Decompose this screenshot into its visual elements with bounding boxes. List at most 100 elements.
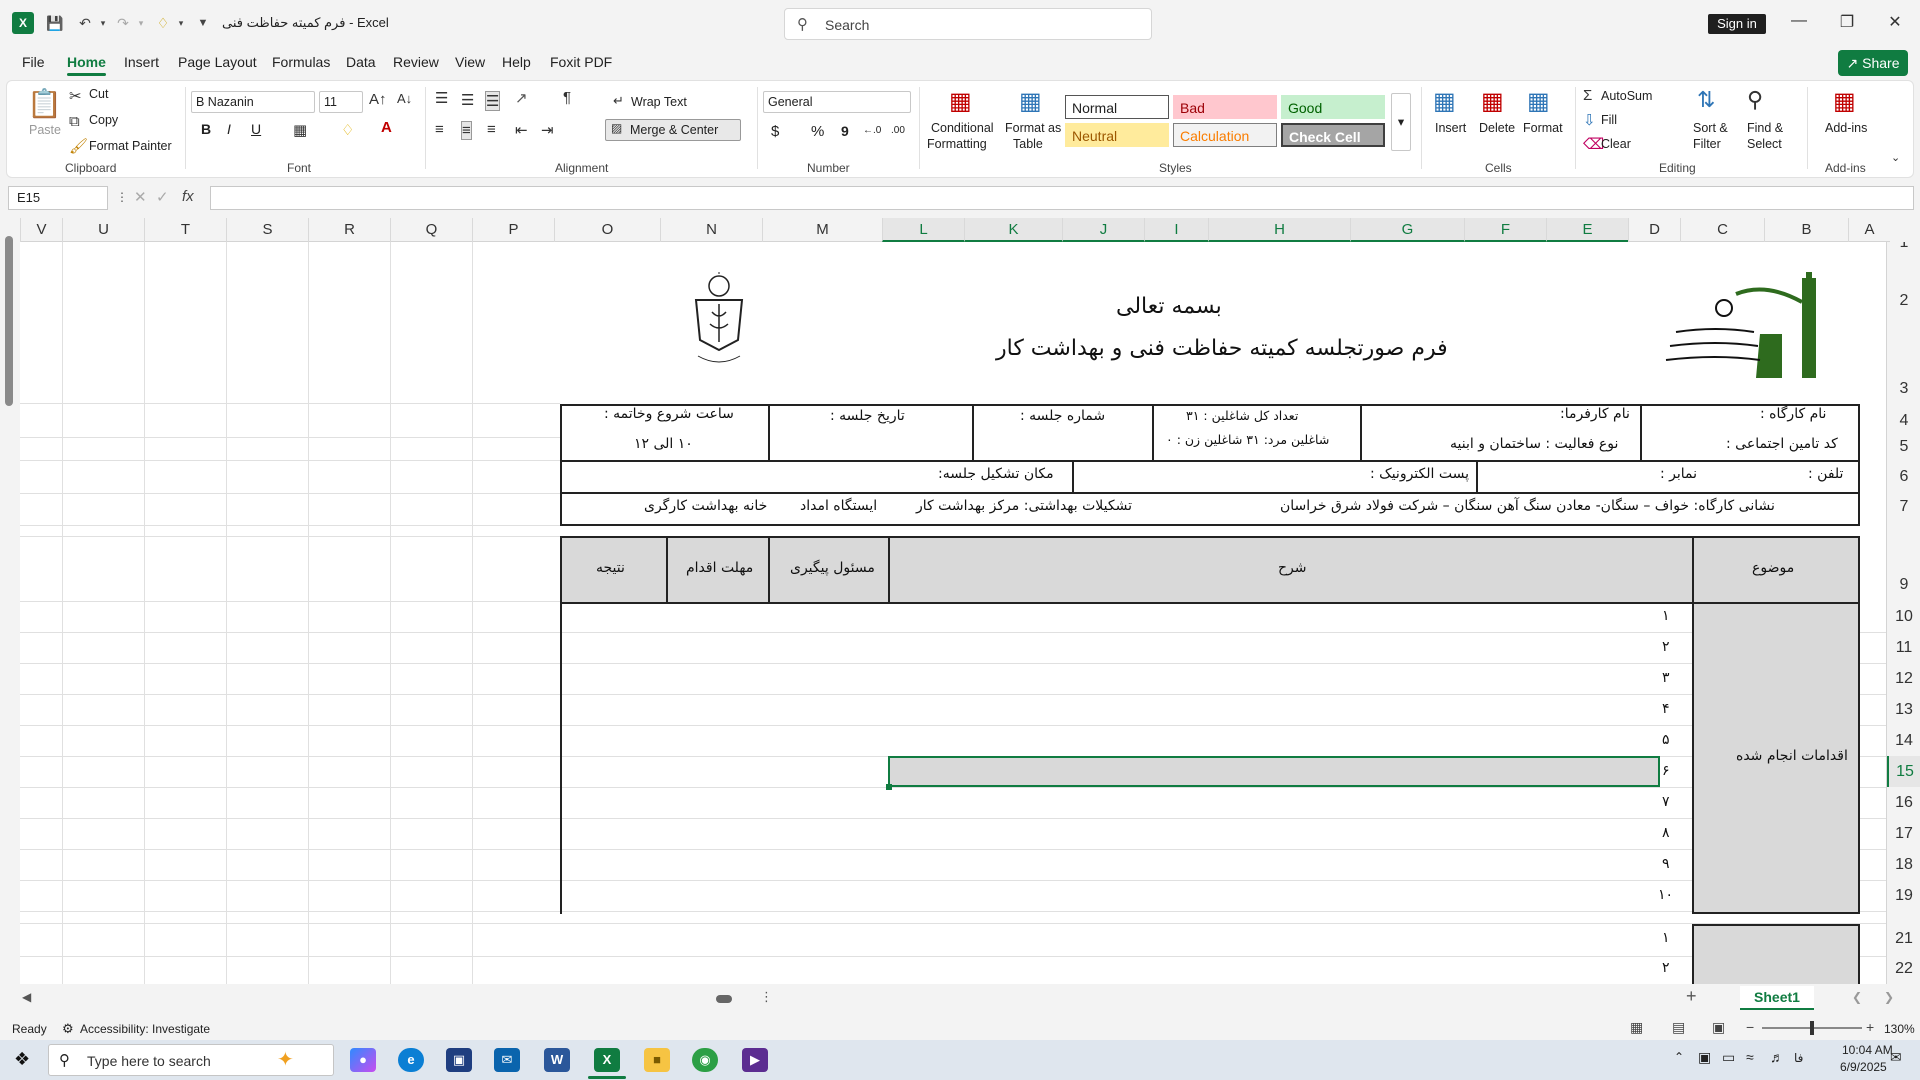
cut-button[interactable]: Cut <box>89 87 108 101</box>
format-as-table-icon[interactable]: ▦ <box>1019 87 1042 116</box>
align-top-icon[interactable]: ☰ <box>435 89 448 107</box>
italic-button[interactable]: I <box>227 121 231 137</box>
column-header[interactable]: M <box>762 218 882 242</box>
menu-insert[interactable]: Insert <box>124 54 159 70</box>
decrease-decimal-button[interactable]: .00 <box>891 125 905 136</box>
row-header[interactable]: 9 <box>1887 576 1920 594</box>
format-painter-icon[interactable]: 🖌 <box>69 137 88 155</box>
chrome-app-icon[interactable]: ◉ <box>692 1048 718 1072</box>
row-header[interactable]: 3 <box>1887 380 1920 398</box>
row-header[interactable]: 11 <box>1887 639 1920 657</box>
wifi-icon[interactable]: ≈ <box>1746 1049 1754 1065</box>
redo-dropdown-icon[interactable]: ▾ <box>130 12 152 34</box>
clock-date[interactable]: 6/9/2025 <box>1840 1060 1887 1074</box>
next-sheet-icon[interactable]: ❯ <box>1884 990 1894 1004</box>
row-header[interactable]: 6 <box>1887 468 1920 486</box>
number-format-select[interactable]: General <box>763 91 911 113</box>
page-layout-view-icon[interactable]: ▤ <box>1672 1019 1685 1036</box>
menu-home[interactable]: Home <box>67 54 106 76</box>
row-header[interactable]: 19 <box>1887 887 1920 905</box>
column-header[interactable]: J <box>1062 218 1144 242</box>
row-header[interactable]: 13 <box>1887 701 1920 719</box>
format-cells-button[interactable]: Format <box>1523 121 1563 135</box>
prev-sheet-icon[interactable]: ❮ <box>1852 990 1862 1004</box>
menu-formulas[interactable]: Formulas <box>272 54 330 70</box>
bold-button[interactable]: B <box>201 121 211 137</box>
collapse-ribbon-icon[interactable]: ⌄ <box>1891 151 1900 164</box>
insert-cells-button[interactable]: Insert <box>1435 121 1466 135</box>
conditional-formatting-icon[interactable]: ▦ <box>949 87 972 116</box>
sort-filter-icon[interactable]: ⇅ <box>1697 87 1715 113</box>
row-header[interactable]: 14 <box>1887 732 1920 750</box>
formula-input[interactable] <box>210 186 1914 210</box>
copy-button[interactable]: Copy <box>89 113 118 127</box>
column-header[interactable]: D <box>1628 218 1680 242</box>
style-neutral[interactable]: Neutral <box>1065 123 1169 147</box>
column-header[interactable]: F <box>1464 218 1546 242</box>
page-break-view-icon[interactable]: ▣ <box>1712 1019 1725 1036</box>
row-header[interactable]: 17 <box>1887 825 1920 843</box>
name-box[interactable]: E15 <box>8 186 108 210</box>
font-size-select[interactable]: 11 <box>319 91 363 113</box>
insert-cells-icon[interactable]: ▦ <box>1433 87 1456 116</box>
decrease-indent-icon[interactable]: ⇤ <box>515 121 528 139</box>
taskbar-search[interactable]: ⚲ Type here to search ✦ <box>48 1044 334 1076</box>
save-icon[interactable]: 💾 <box>44 12 66 34</box>
windows-start-icon[interactable]: ❖ <box>14 1049 30 1070</box>
meet-icon[interactable]: ▣ <box>1698 1049 1711 1066</box>
copy-icon[interactable]: ⧉ <box>69 113 80 130</box>
add-sheet-button[interactable]: + <box>1686 986 1697 1007</box>
clear-button[interactable]: Clear <box>1601 137 1631 151</box>
row-header[interactable]: 1 <box>1887 242 1920 252</box>
wrap-text-button[interactable]: Wrap Text <box>631 95 687 109</box>
font-name-select[interactable]: B Nazanin <box>191 91 315 113</box>
column-header[interactable]: O <box>554 218 660 242</box>
orientation-icon[interactable]: ↗ <box>515 89 528 107</box>
media-app-icon[interactable]: ▶ <box>742 1048 768 1072</box>
column-header[interactable]: A <box>1848 218 1890 242</box>
selected-cell-e15[interactable] <box>888 756 1660 787</box>
align-left-icon[interactable]: ≡ <box>435 121 444 138</box>
column-header[interactable]: L <box>882 218 964 242</box>
menu-page-layout[interactable]: Page Layout <box>178 54 257 70</box>
increase-font-icon[interactable]: A↑ <box>369 91 387 108</box>
sort-filter-label[interactable]: Sort & <box>1693 121 1728 135</box>
column-header[interactable]: Q <box>390 218 472 242</box>
column-header[interactable]: C <box>1680 218 1764 242</box>
sort-filter-label-2[interactable]: Filter <box>1693 137 1721 151</box>
scroll-left-icon[interactable]: ◀ <box>22 990 31 1004</box>
cancel-icon[interactable]: ✕ <box>134 188 147 206</box>
column-header[interactable]: H <box>1208 218 1350 242</box>
fill-handle[interactable] <box>886 784 892 790</box>
column-header[interactable]: P <box>472 218 554 242</box>
normal-view-icon[interactable]: ▦ <box>1630 1019 1643 1036</box>
font-color-icon[interactable]: A <box>381 119 392 136</box>
menu-file[interactable]: File <box>22 54 45 70</box>
autosum-button[interactable]: AutoSum <box>1601 89 1652 103</box>
align-right-icon[interactable]: ≡ <box>487 121 496 138</box>
menu-help[interactable]: Help <box>502 54 531 70</box>
align-bottom-icon[interactable]: ☰ <box>485 91 501 111</box>
horizontal-scroll-thumb[interactable] <box>716 995 732 1003</box>
column-header[interactable]: K <box>964 218 1062 242</box>
format-as-table-label[interactable]: Format as <box>1005 121 1061 135</box>
enter-icon[interactable]: ✓ <box>156 188 169 206</box>
menu-data[interactable]: Data <box>346 54 376 70</box>
word-app-icon[interactable]: W <box>544 1048 570 1072</box>
vertical-scroll-thumb[interactable] <box>5 236 13 406</box>
undo-dropdown-icon[interactable]: ▾ <box>92 12 114 34</box>
column-header[interactable]: N <box>660 218 762 242</box>
volume-icon[interactable]: ♬ <box>1770 1049 1784 1065</box>
fill-color-icon[interactable]: ♢ <box>341 121 354 139</box>
share-button[interactable]: ↗ Share <box>1838 50 1908 76</box>
conditional-formatting-label[interactable]: Conditional <box>931 121 994 135</box>
zoom-slider-thumb[interactable] <box>1810 1021 1814 1035</box>
row-header[interactable]: 22 <box>1887 960 1920 978</box>
zoom-level[interactable]: 130% <box>1884 1022 1915 1036</box>
column-header[interactable]: E <box>1546 218 1628 242</box>
zoom-out-icon[interactable]: − <box>1746 1019 1754 1035</box>
borders-icon[interactable]: ▦ <box>293 121 307 139</box>
style-good[interactable]: Good <box>1281 95 1385 119</box>
row-header[interactable]: 5 <box>1887 438 1920 456</box>
format-painter-button[interactable]: Format Painter <box>89 139 172 153</box>
